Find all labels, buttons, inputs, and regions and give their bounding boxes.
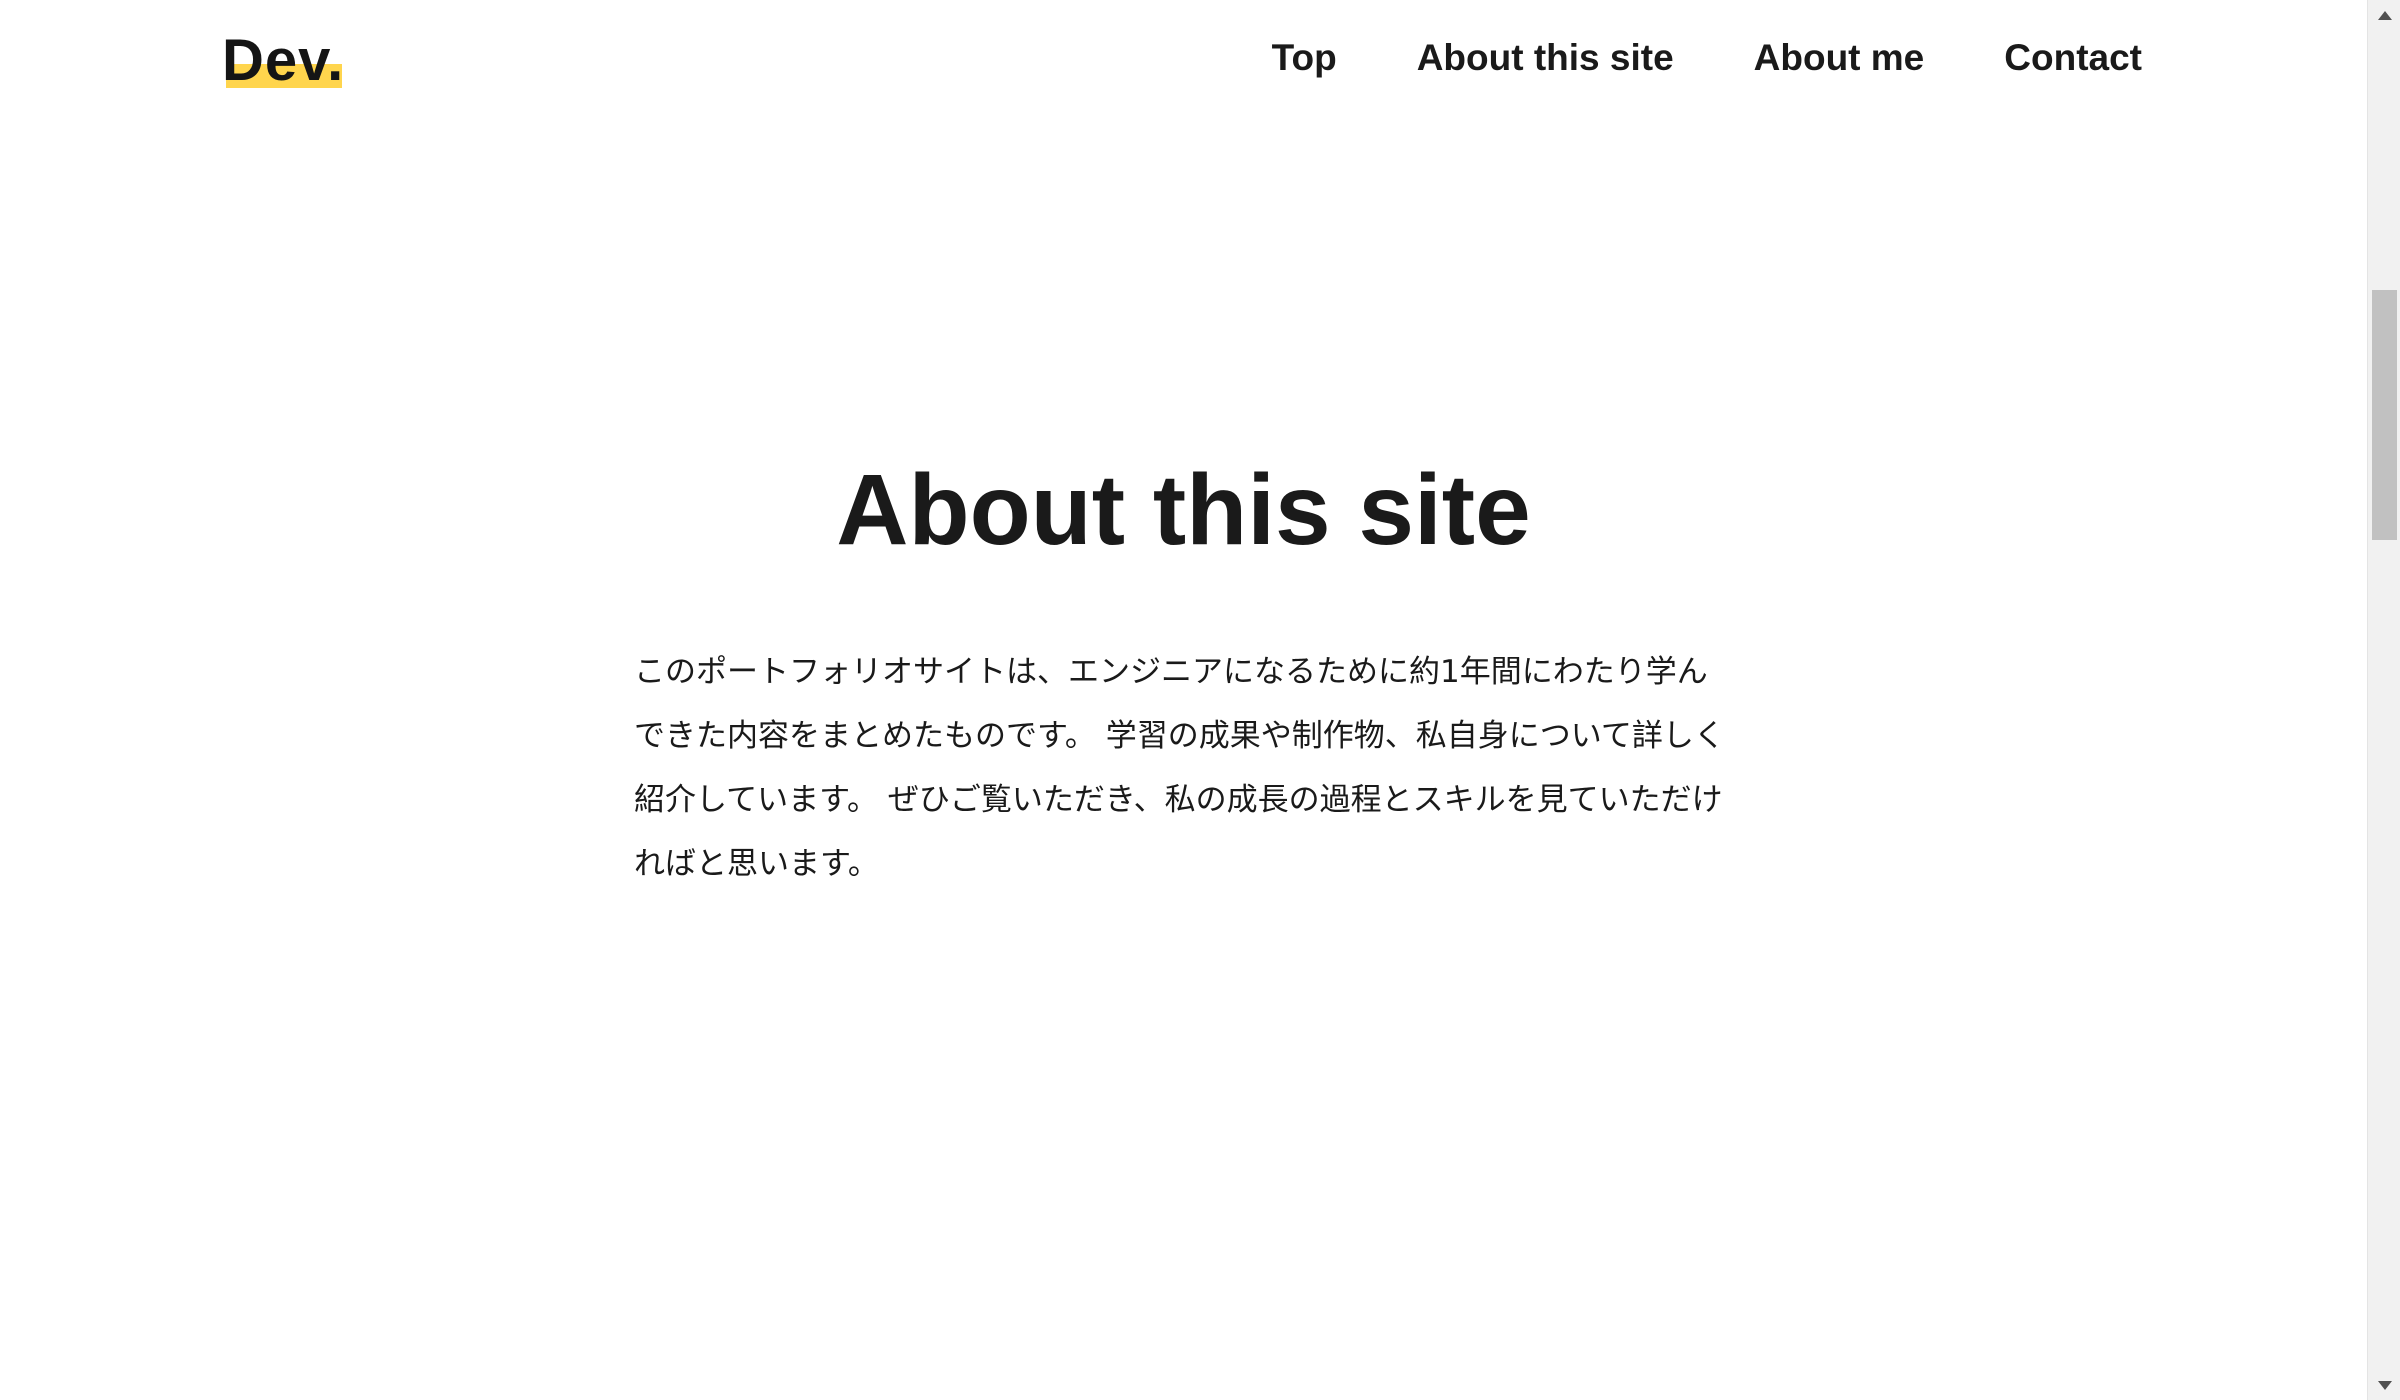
vertical-scrollbar[interactable] <box>2367 0 2400 1400</box>
main-nav: Top About this site About me Contact <box>1272 32 2142 84</box>
site-logo[interactable]: Dev. <box>222 26 344 96</box>
nav-link-about-this-site[interactable]: About this site <box>1417 32 1674 84</box>
nav-link-top[interactable]: Top <box>1272 32 1337 84</box>
scrollbar-thumb[interactable] <box>2372 290 2397 540</box>
site-header: Dev. Top About this site About me Contac… <box>0 0 2367 120</box>
nav-link-contact[interactable]: Contact <box>2004 32 2142 84</box>
nav-link-about-me[interactable]: About me <box>1754 32 1925 84</box>
scroll-up-arrow-icon[interactable] <box>2368 0 2400 30</box>
logo-text: Dev. <box>222 28 345 93</box>
scroll-down-arrow-icon[interactable] <box>2368 1370 2400 1400</box>
section-title: About this site <box>836 454 1531 566</box>
section-description: このポートフォリオサイトは、エンジニアになるために約1年間にわたり学んできた内容… <box>634 654 1725 882</box>
page-viewport: Dev. Top About this site About me Contac… <box>0 0 2367 1400</box>
